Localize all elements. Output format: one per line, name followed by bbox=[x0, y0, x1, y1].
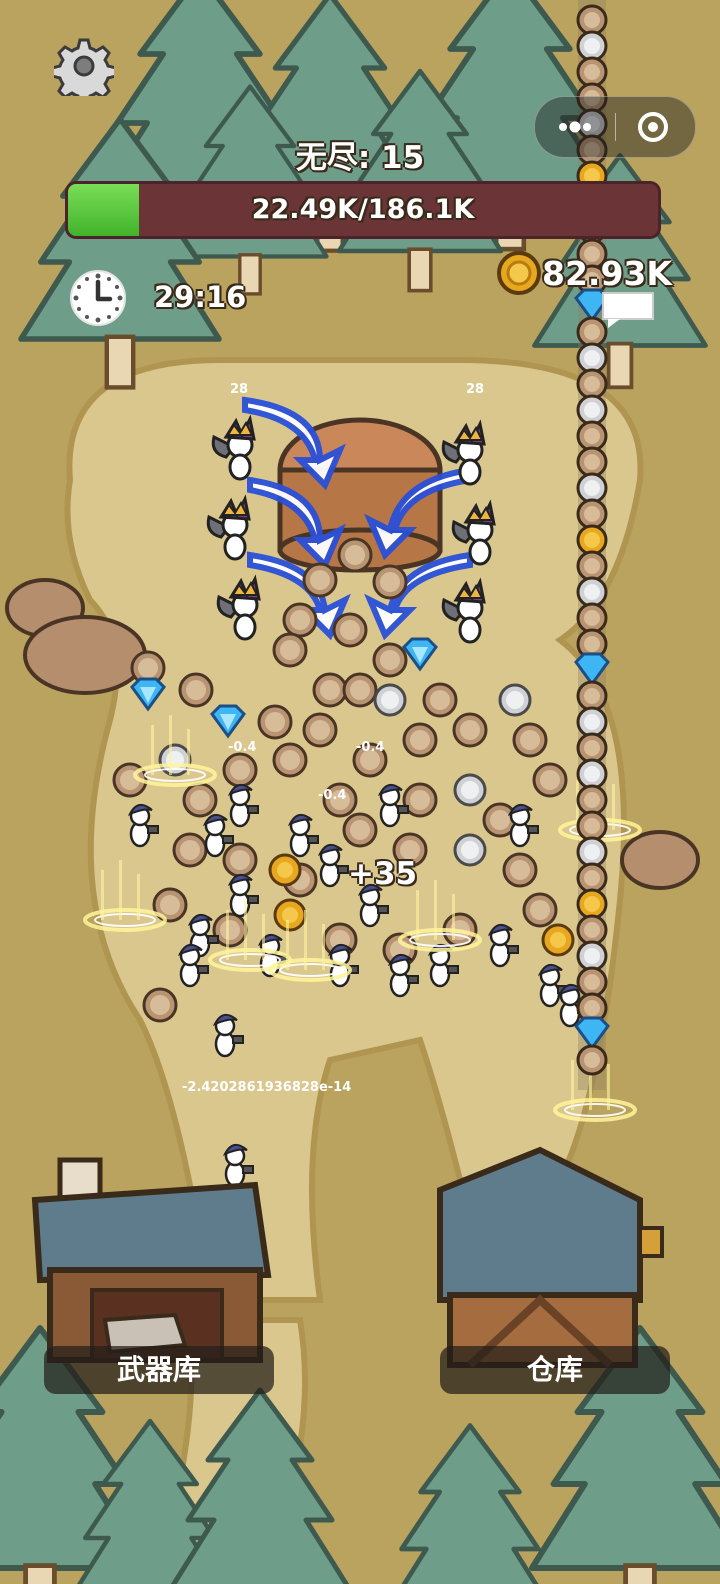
float-long-number: -2.4202861936828e-14 bbox=[182, 1080, 352, 1095]
conveyor-log bbox=[576, 784, 608, 816]
conveyor-coin bbox=[576, 524, 608, 556]
conveyor-log bbox=[576, 56, 608, 88]
conveyor-log bbox=[576, 602, 608, 634]
conveyor-gem bbox=[574, 1016, 610, 1051]
conveyor-gem bbox=[574, 652, 610, 687]
conveyor-rock bbox=[576, 706, 608, 738]
conveyor-log bbox=[576, 446, 608, 478]
conveyor-log bbox=[576, 1044, 608, 1076]
chat-button[interactable] bbox=[600, 290, 656, 330]
mode-title: 无尽: 15 bbox=[295, 140, 425, 176]
conveyor-log bbox=[576, 914, 608, 946]
conveyor-rock bbox=[576, 576, 608, 608]
conveyor-log bbox=[576, 420, 608, 452]
timer-text: 29:16 bbox=[154, 280, 247, 314]
clock-icon bbox=[70, 270, 126, 326]
conveyor-rock bbox=[576, 940, 608, 972]
gear-icon bbox=[50, 38, 118, 106]
damage-number-2: -0.4 bbox=[356, 740, 385, 755]
settings-button[interactable] bbox=[50, 36, 118, 106]
armory-button[interactable]: 武器库 bbox=[44, 1346, 274, 1394]
coin-count: 82.93K bbox=[542, 254, 672, 293]
chat-bubble-icon bbox=[602, 292, 654, 328]
boss-hp-bar: 22.49K/186.1K bbox=[68, 184, 658, 236]
conveyor-log bbox=[576, 810, 608, 842]
enemy-hp-label: 28 bbox=[230, 382, 249, 397]
damage-number: -0.4 bbox=[228, 740, 257, 755]
conveyor-log bbox=[576, 550, 608, 582]
conveyor-log bbox=[576, 680, 608, 712]
conveyor-rock bbox=[576, 394, 608, 426]
conveyor-rock bbox=[576, 758, 608, 790]
damage-number-3: -0.4 bbox=[318, 788, 347, 803]
warehouse-button[interactable]: 仓库 bbox=[440, 1346, 670, 1394]
coin-icon bbox=[497, 251, 541, 295]
floating-gain: +35 bbox=[348, 856, 418, 892]
enemy-hp-label-2: 28 bbox=[466, 382, 485, 397]
conveyor-rock bbox=[576, 836, 608, 868]
conveyor-log bbox=[576, 4, 608, 36]
conveyor-log bbox=[576, 498, 608, 530]
conveyor-log bbox=[576, 862, 608, 894]
conveyor-log bbox=[576, 732, 608, 764]
conveyor-log bbox=[576, 966, 608, 998]
conveyor-rock bbox=[576, 30, 608, 62]
conveyor-rock bbox=[576, 472, 608, 504]
conveyor-log bbox=[576, 368, 608, 400]
hp-text: 22.49K/186.1K bbox=[251, 194, 475, 225]
conveyor-coin bbox=[576, 888, 608, 920]
conveyor-rock bbox=[576, 342, 608, 374]
